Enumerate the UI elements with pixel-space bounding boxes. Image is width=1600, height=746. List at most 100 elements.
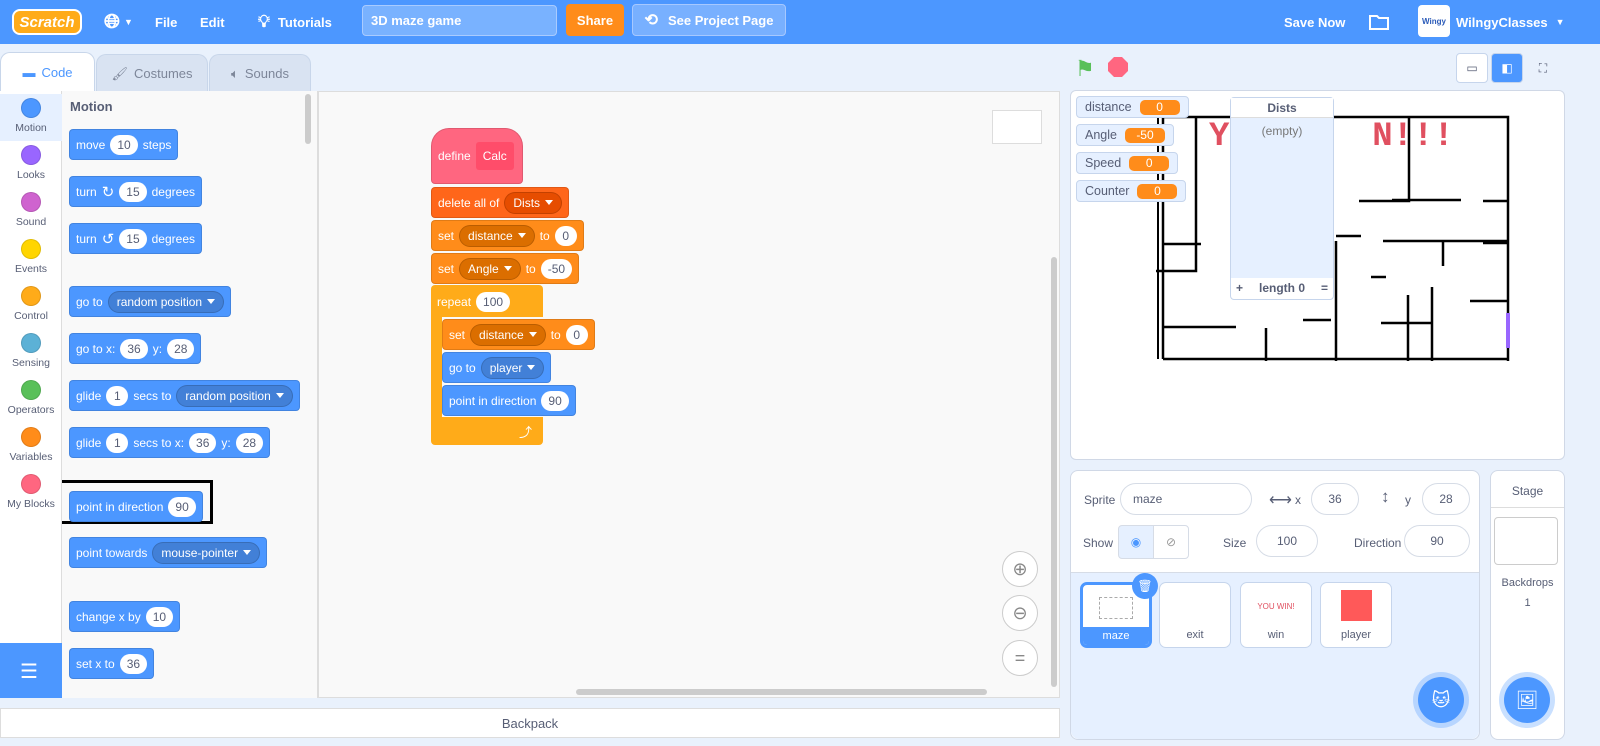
block-input[interactable]: 90 [168,496,196,517]
tab-costumes[interactable]: 🖌︎ Costumes [96,54,208,92]
block-dropdown[interactable]: mouse-pointer [152,541,261,564]
palette-block[interactable]: go to random position [69,286,232,317]
block-dropdown[interactable]: Angle [459,257,521,280]
delete-sprite-button[interactable]: 🗑︎ [1132,573,1158,599]
see-project-page-button[interactable]: ⟲ See Project Page [632,4,786,36]
set-variable-block[interactable]: set Angle to -50 [431,253,580,284]
block-input[interactable]: Calc [475,142,514,170]
y-input[interactable]: 28 [1422,483,1470,515]
tab-sounds[interactable]: 🔈︎ Sounds [209,54,311,92]
block-dropdown[interactable]: Dists [504,191,563,214]
set-variable-block[interactable]: set distance to 0 [442,319,595,350]
block-dropdown[interactable]: distance [459,224,535,247]
choose-backdrop-button[interactable]: 🖼︎ [1504,677,1550,723]
block-input[interactable]: 0 [554,225,577,246]
tab-code[interactable]: ▬ Code [0,52,95,92]
language-menu[interactable]: 🌐︎ ▼ [104,0,133,44]
block-dropdown[interactable]: distance [470,323,546,346]
backpack[interactable]: Backpack [0,708,1060,738]
palette-block[interactable]: change x by 10 [69,601,181,632]
normal-stage-button[interactable]: ◧ [1491,53,1523,83]
palette-block[interactable]: glide 1 secs to random position [69,380,300,411]
block-input[interactable]: 36 [189,432,217,453]
fullscreen-button[interactable]: ⛶ [1527,53,1559,83]
palette-block[interactable]: turn ↺ 15 degrees [69,223,202,254]
block-input[interactable]: 90 [541,390,569,411]
variable-monitor-counter[interactable]: Counter 0 [1076,180,1187,202]
palette-block[interactable]: point towards mouse-pointer [69,537,268,568]
add-extension-button[interactable]: ☰ [0,643,62,698]
sprite-thumb-win[interactable]: YOU WIN! win [1240,582,1312,648]
variable-monitor-distance[interactable]: distance 0 [1076,96,1189,118]
category-events[interactable]: Events [0,235,62,282]
category-operators[interactable]: Operators [0,376,62,423]
category-motion[interactable]: Motion [0,94,62,141]
block-input[interactable]: 0 [565,324,588,345]
block-input[interactable]: 28 [167,338,195,359]
palette-block[interactable]: go to x: 36 y: 28 [69,333,202,364]
set-variable-block[interactable]: set distance to 0 [431,220,584,251]
variable-monitor-angle[interactable]: Angle -50 [1076,124,1174,146]
stop-icon[interactable] [1108,57,1128,77]
show-button[interactable]: ◉ [1118,525,1154,559]
block-dropdown[interactable]: random position [107,290,225,313]
block-input[interactable]: 36 [120,338,148,359]
block-input[interactable]: 1 [106,432,129,453]
block-dropdown[interactable]: random position [176,384,293,407]
block-input[interactable]: 28 [235,432,264,453]
sprite-name-input[interactable]: maze [1120,483,1252,515]
green-flag-icon[interactable]: ⚑ [1075,56,1095,82]
backdrop-thumbnail[interactable] [1494,517,1558,565]
block-input[interactable]: -50 [540,258,573,279]
category-variables[interactable]: Variables [0,423,62,470]
category-sensing[interactable]: Sensing [0,329,62,376]
palette-block[interactable]: move 10 steps [69,129,179,160]
zoom-reset-button[interactable]: = [1002,640,1038,676]
share-button[interactable]: Share [566,4,624,36]
tutorials-button[interactable]: 💡︎ Tutorials [258,0,332,44]
zoom-out-button[interactable]: ⊖ [1002,595,1038,631]
save-now-button[interactable]: Save Now [1284,0,1345,44]
palette-block[interactable]: set x to 36 [69,648,155,679]
palette-block[interactable]: turn ↻ 15 degrees [69,176,202,207]
block-input[interactable]: 10 [145,606,174,627]
go-to-block[interactable]: go to player [442,352,552,383]
avatar[interactable]: Wingy [1418,5,1450,37]
category-looks[interactable]: Looks [0,141,62,188]
list-resize-handle[interactable]: = [1321,281,1328,295]
sprite-thumb-player[interactable]: player [1320,582,1392,648]
block-input[interactable]: 36 [119,653,148,674]
list-add-button[interactable]: + [1236,281,1243,295]
block-dropdown[interactable]: player [480,356,545,379]
block-input[interactable]: 100 [476,291,511,312]
block-input[interactable]: 15 [119,181,147,202]
define-block[interactable]: define Calc [431,128,523,184]
block-input[interactable]: 1 [106,385,129,406]
account-menu[interactable]: WilngyClasses ▼ [1456,0,1565,44]
small-stage-button[interactable]: ▭ [1456,53,1488,83]
category-sound[interactable]: Sound [0,188,62,235]
delete-all-block[interactable]: delete all of Dists [431,187,570,218]
palette-block[interactable]: point in direction 90 [69,491,203,522]
variable-monitor-speed[interactable]: Speed 0 [1076,152,1179,174]
direction-input[interactable]: 90 [1404,525,1470,557]
zoom-in-button[interactable]: ⊕ [1002,551,1038,587]
horizontal-scrollbar[interactable] [576,689,987,695]
repeat-block[interactable]: repeat 100 [431,286,516,317]
block-input[interactable]: 10 [110,134,138,155]
category-control[interactable]: Control [0,282,62,329]
folder-icon[interactable] [1368,0,1390,44]
file-menu[interactable]: File [155,0,177,44]
palette-block[interactable]: glide 1 secs to x: 36 y: 28 [69,427,271,458]
block-input[interactable]: 15 [119,228,147,249]
project-title-input[interactable] [362,5,557,36]
sprite-thumb-exit[interactable]: exit [1159,582,1231,648]
hide-button[interactable]: ⊘ [1153,525,1189,559]
size-input[interactable]: 100 [1256,525,1318,557]
stage-selector[interactable]: Stage Backdrops 1 🖼︎ [1490,470,1565,740]
choose-sprite-button[interactable]: 🐱︎ [1418,677,1464,723]
category-my-blocks[interactable]: My Blocks [0,470,62,517]
script-area[interactable]: ⤴ ⊕ ⊖ = define Calc delete all of Dists set d… [318,91,1060,698]
x-input[interactable]: 36 [1311,483,1359,515]
stage[interactable]: distance 0 Angle -50 Speed 0 Counter 0 Dists (e… [1070,90,1565,460]
